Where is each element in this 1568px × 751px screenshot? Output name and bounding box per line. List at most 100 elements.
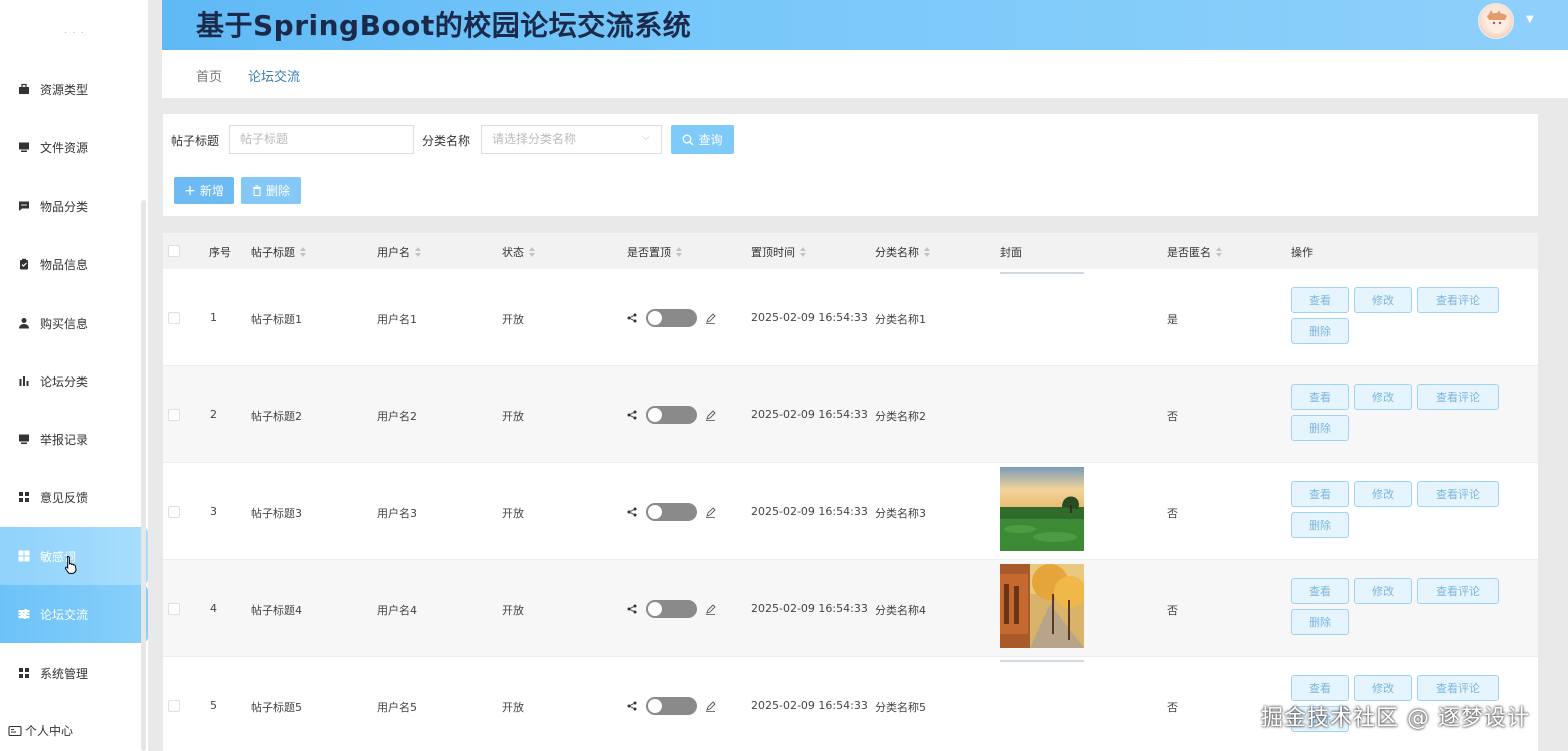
breadcrumb-home[interactable]: 首页 (196, 66, 222, 85)
cover-image[interactable] (1000, 272, 1084, 274)
view-comments-button[interactable]: 查看评论 (1417, 287, 1499, 313)
share-icon[interactable] (627, 313, 637, 323)
edit-button[interactable]: 修改 (1354, 481, 1412, 507)
col-category[interactable]: 分类名称 (875, 244, 931, 260)
grid-icon (17, 549, 31, 563)
sort-icon[interactable] (415, 246, 422, 258)
col-title[interactable]: 帖子标题 (251, 244, 307, 260)
view-comments-button[interactable]: 查看评论 (1417, 481, 1499, 507)
query-button[interactable]: 查询 (671, 125, 734, 154)
select-all-checkbox[interactable] (168, 245, 180, 257)
row-checkbox[interactable] (168, 603, 180, 615)
row-checkbox[interactable] (168, 700, 180, 712)
edit-pen-icon[interactable] (705, 604, 716, 615)
pinned-toggle[interactable] (646, 503, 697, 521)
col-pinned[interactable]: 是否置顶 (627, 244, 683, 260)
sidebar-item-system-management[interactable]: 系统管理 (0, 644, 148, 702)
pinned-toggle[interactable] (646, 309, 697, 327)
row-checkbox[interactable] (168, 409, 180, 421)
sidebar-item-forum-exchange[interactable]: 论坛交流 (0, 585, 148, 643)
sidebar-item-personal-center[interactable]: 个人中心 (8, 722, 73, 739)
sort-icon[interactable] (924, 246, 931, 258)
sidebar-item-feedback[interactable]: 意见反馈 (0, 468, 148, 526)
cover-image[interactable] (1000, 660, 1084, 662)
col-status[interactable]: 状态 (502, 244, 536, 260)
posts-table: 序号 帖子标题 用户名 状态 是否置顶 置顶时间 分类名称 封面 是否匿名 操作… (163, 233, 1538, 751)
pinned-toggle[interactable] (646, 600, 697, 618)
sidebar-item-label: 购买信息 (40, 316, 89, 331)
cell-category: 分类名称4 (875, 604, 926, 617)
view-button[interactable]: 查看 (1291, 481, 1349, 507)
delete-row-button[interactable]: 删除 (1291, 318, 1349, 344)
share-icon[interactable] (627, 507, 637, 517)
monitor-icon (17, 432, 31, 446)
sidebar-item-report-record[interactable]: 举报记录 (0, 410, 148, 468)
cell-username: 用户名3 (377, 507, 417, 520)
view-button[interactable]: 查看 (1291, 675, 1349, 701)
category-select[interactable]: 请选择分类名称 (481, 125, 662, 154)
delete-row-button[interactable]: 删除 (1291, 512, 1349, 538)
col-username[interactable]: 用户名 (377, 244, 422, 260)
sort-icon[interactable] (529, 246, 536, 258)
page-title: 基于SpringBoot的校园论坛交流系统 (196, 9, 692, 42)
sidebar-item-item-info[interactable]: 物品信息 (0, 235, 148, 293)
sort-icon[interactable] (1216, 246, 1223, 258)
share-icon[interactable] (627, 410, 637, 420)
plus-icon: + (184, 182, 196, 199)
breadcrumb-current[interactable]: 论坛交流 (248, 66, 300, 85)
edit-pen-icon[interactable] (705, 701, 716, 712)
batch-delete-button[interactable]: 删除 (241, 177, 301, 204)
share-icon[interactable] (627, 701, 637, 711)
sidebar-item-label: 物品分类 (40, 199, 89, 214)
sort-icon[interactable] (300, 246, 307, 258)
view-comments-button[interactable]: 查看评论 (1417, 675, 1499, 701)
view-comments-button[interactable]: 查看评论 (1417, 384, 1499, 410)
edit-button[interactable]: 修改 (1354, 287, 1412, 313)
title-search-input[interactable]: 帖子标题 (229, 125, 414, 154)
col-pin-time[interactable]: 置顶时间 (751, 244, 807, 260)
sidebar-item-forum-category[interactable]: 论坛分类 (0, 352, 148, 410)
edit-pen-icon[interactable] (705, 313, 716, 324)
avatar[interactable] (1478, 3, 1514, 39)
add-button[interactable]: + 新增 (174, 177, 234, 204)
edit-button[interactable]: 修改 (1354, 675, 1412, 701)
view-comments-button[interactable]: 查看评论 (1417, 578, 1499, 604)
row-checkbox[interactable] (168, 312, 180, 324)
view-button[interactable]: 查看 (1291, 578, 1349, 604)
edit-button[interactable]: 修改 (1354, 578, 1412, 604)
cell-pin-time: 2025-02-09 16:54:33 (751, 505, 868, 518)
delete-row-button[interactable]: 删除 (1291, 609, 1349, 635)
sidebar-item-resource-type[interactable]: 资源类型 (0, 60, 148, 118)
col-index: 序号 (209, 246, 231, 259)
row-checkbox[interactable] (168, 506, 180, 518)
view-button[interactable]: 查看 (1291, 287, 1349, 313)
sort-icon[interactable] (800, 246, 807, 258)
col-anonymous[interactable]: 是否匿名 (1167, 244, 1223, 260)
pinned-toggle[interactable] (646, 697, 697, 715)
id-card-icon (8, 724, 22, 738)
sidebar-item-item-category[interactable]: 物品分类 (0, 177, 148, 235)
view-button[interactable]: 查看 (1291, 384, 1349, 410)
cover-image-landscape[interactable] (1000, 467, 1084, 551)
cell-category: 分类名称3 (875, 507, 926, 520)
chevron-down-icon[interactable]: ▼ (1526, 14, 1534, 25)
col-cover: 封面 (1000, 246, 1022, 259)
col-actions: 操作 (1291, 246, 1313, 259)
sidebar-item-file-resource[interactable]: 文件资源 (0, 118, 148, 176)
delete-button-label: 删除 (265, 184, 290, 198)
sidebar-scrollbar[interactable] (141, 200, 146, 751)
edit-pen-icon[interactable] (705, 410, 716, 421)
sidebar-item-label: 物品信息 (40, 257, 89, 272)
sidebar-item-purchase-info[interactable]: 购买信息 (0, 294, 148, 352)
delete-row-button[interactable]: 删除 (1291, 415, 1349, 441)
share-icon[interactable] (627, 604, 637, 614)
clipboard-icon (17, 257, 31, 271)
sort-icon[interactable] (676, 246, 683, 258)
cell-status: 开放 (502, 604, 524, 617)
cover-image-autumn[interactable] (1000, 564, 1084, 648)
edit-button[interactable]: 修改 (1354, 384, 1412, 410)
pinned-toggle[interactable] (646, 406, 697, 424)
edit-pen-icon[interactable] (705, 507, 716, 518)
cell-status: 开放 (502, 313, 524, 326)
cell-status: 开放 (502, 701, 524, 714)
